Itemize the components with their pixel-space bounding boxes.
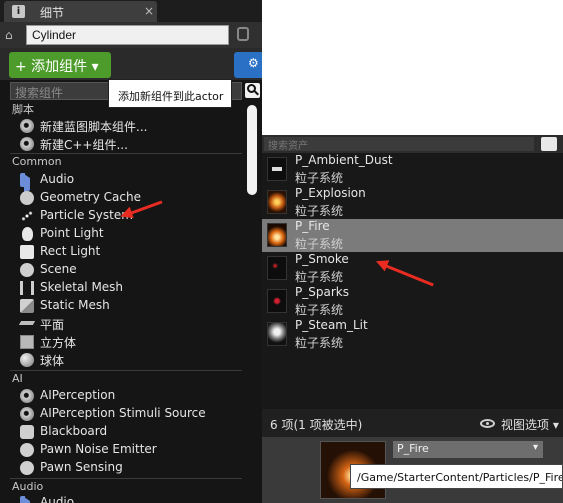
list-item-point-light[interactable]: Point Light: [20, 225, 245, 243]
list-item-static-mesh[interactable]: Static Mesh: [20, 297, 245, 315]
speaker-icon: [20, 496, 34, 503]
asset-search-input[interactable]: 搜索资产: [264, 137, 534, 151]
eye-icon[interactable]: [480, 419, 495, 428]
property-row: P_Fire ▾ /Game/StarterContent/Particles/…: [262, 437, 563, 503]
light-bulb-icon: [22, 227, 33, 241]
blank-area: [262, 0, 563, 135]
list-item-plane[interactable]: 平面: [18, 315, 245, 333]
blueprint-gear-icon[interactable]: ⚙: [234, 52, 262, 78]
details-panel: i 细节 × ⌂ + 添加组件 ▾ ⚙ 搜索组件 脚本 新建蓝图脚本组件... …: [0, 0, 262, 503]
particle-thumbnail-icon: [267, 190, 287, 214]
asset-path-tooltip: /Game/StarterContent/Particles/P_Fire: [350, 464, 563, 489]
asset-dropdown[interactable]: P_Fire ▾: [393, 441, 543, 458]
plane-icon: [18, 321, 36, 325]
list-item-pawn-sensing[interactable]: Pawn Sensing: [20, 459, 245, 477]
asset-name: P_Fire: [295, 219, 330, 233]
list-item-new-blueprint-script[interactable]: 新建蓝图脚本组件...: [20, 117, 245, 135]
list-item-skeletal-mesh[interactable]: Skeletal Mesh: [20, 279, 245, 297]
asset-row[interactable]: P_Smoke 粒子系统: [262, 252, 563, 285]
asset-type: 粒子系统: [295, 204, 344, 218]
asset-picker-panel: 搜索资产 P_Ambient_Dust 粒子系统 P_Explosion 粒子系…: [262, 0, 563, 503]
list-item-new-cpp[interactable]: 新建C++组件...: [20, 135, 245, 153]
asset-type: 粒子系统: [295, 270, 344, 284]
list-item-rect-light[interactable]: Rect Light: [20, 243, 245, 261]
details-icon: i: [12, 5, 25, 18]
particle-thumbnail-icon: [267, 322, 287, 346]
asset-row[interactable]: P_Explosion 粒子系统: [262, 186, 563, 219]
asset-name: P_Sparks: [295, 285, 349, 299]
list-item-audio[interactable]: Audio: [20, 171, 245, 194]
particle-thumbnail-icon: [267, 223, 287, 247]
scene-icon: [20, 263, 34, 277]
search-icon[interactable]: [541, 137, 557, 151]
list-item-aiperception[interactable]: AIPerception: [20, 387, 245, 405]
list-item-aiperception-stimuli[interactable]: AIPerception Stimuli Source: [20, 405, 245, 423]
skeleton-icon: [20, 281, 34, 295]
particle-thumbnail-icon: [267, 157, 287, 181]
particle-icon: [20, 209, 34, 223]
gears-icon: [20, 443, 34, 457]
gears-icon: [20, 119, 34, 133]
asset-row-selected[interactable]: P_Fire 粒子系统: [262, 219, 563, 252]
asset-row[interactable]: P_Sparks 粒子系统: [262, 285, 563, 318]
divider: [10, 153, 242, 154]
gears-icon: [20, 137, 34, 151]
asset-dropdown-value: P_Fire: [397, 442, 429, 455]
home-icon: ⌂: [5, 28, 13, 42]
tab-details[interactable]: i 细节 ×: [4, 1, 157, 22]
cube-icon: [20, 335, 34, 349]
static-mesh-icon: [20, 299, 34, 313]
scrollbar[interactable]: [247, 105, 257, 195]
gears-icon: [20, 389, 34, 403]
view-options-button[interactable]: 视图选项 ▾: [501, 416, 559, 433]
category-ai: AI: [12, 372, 23, 385]
asset-name: P_Smoke: [295, 252, 349, 266]
asset-type: 粒子系统: [295, 237, 344, 251]
list-item-geometry-cache[interactable]: Geometry Cache: [20, 189, 245, 207]
list-item-audio-2[interactable]: Audio: [20, 494, 245, 503]
close-icon[interactable]: ×: [144, 4, 154, 18]
gears-icon: [20, 407, 34, 421]
actor-name-row: ⌂: [0, 22, 262, 48]
asset-type: 粒子系统: [295, 336, 344, 350]
asset-name: P_Explosion: [295, 186, 366, 200]
rect-light-icon: [20, 245, 34, 259]
category-script: 脚本: [12, 103, 34, 116]
tab-bar: i 细节 ×: [0, 0, 262, 22]
divider: [10, 478, 242, 479]
tab-label: 细节: [40, 6, 65, 20]
asset-search-row: 搜索资产: [262, 135, 563, 153]
add-component-button[interactable]: + 添加组件 ▾: [9, 52, 111, 78]
add-component-tooltip: 添加新组件到此actor: [108, 79, 232, 108]
list-item-blackboard[interactable]: Blackboard: [20, 423, 245, 441]
list-item-pawn-noise-emitter[interactable]: Pawn Noise Emitter: [20, 441, 245, 459]
search-icon[interactable]: [245, 83, 260, 98]
asset-type: 粒子系统: [295, 303, 344, 317]
category-audio: Audio: [12, 480, 44, 493]
category-common: Common: [12, 155, 62, 168]
sphere-icon: [20, 353, 34, 367]
lock-icon[interactable]: [237, 27, 249, 41]
asset-status-bar: 6 项(1 项被选中) 视图选项 ▾: [262, 409, 563, 437]
particle-thumbnail-icon: [267, 256, 287, 280]
divider: [10, 370, 242, 371]
asset-row[interactable]: P_Steam_Lit 粒子系统: [262, 318, 563, 351]
asset-type: 粒子系统: [295, 171, 344, 185]
gears-icon: [20, 461, 34, 475]
asset-list: P_Ambient_Dust 粒子系统 P_Explosion 粒子系统 P_F…: [262, 153, 563, 409]
actor-name-input[interactable]: [26, 25, 229, 45]
chevron-down-icon: ▾: [532, 442, 538, 453]
speaker-icon: [20, 173, 34, 194]
asset-name: P_Ambient_Dust: [295, 153, 393, 167]
particle-thumbnail-icon: [267, 289, 287, 313]
list-item-sphere[interactable]: 球体: [20, 351, 245, 369]
selection-count: 6 项(1 项被选中): [270, 418, 363, 432]
list-item-scene[interactable]: Scene: [20, 261, 245, 279]
asset-name: P_Steam_Lit: [295, 318, 368, 332]
list-item-cube[interactable]: 立方体: [20, 333, 245, 351]
asset-row[interactable]: P_Ambient_Dust 粒子系统: [262, 153, 563, 186]
geometry-cache-icon: [20, 191, 34, 205]
blackboard-icon: [20, 425, 34, 439]
add-component-row: + 添加组件 ▾ ⚙: [0, 48, 262, 80]
